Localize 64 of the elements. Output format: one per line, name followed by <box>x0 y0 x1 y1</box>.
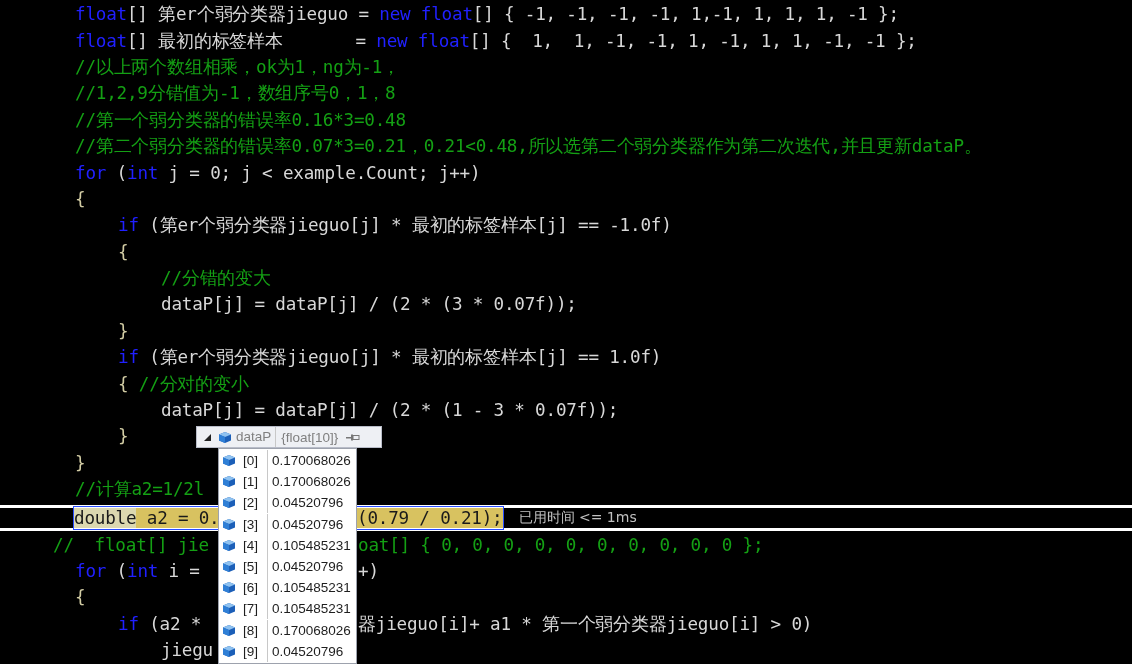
array-index: [8] <box>243 619 268 641</box>
array-value: 0.105485231 <box>272 580 351 596</box>
array-value: 0.04520796 <box>272 643 344 659</box>
code-line: } <box>118 425 129 448</box>
cube-icon <box>222 602 236 616</box>
code-line: //1,2,9分错值为-1，数组序号0，1，8 <box>75 82 396 105</box>
cube-icon <box>222 644 236 658</box>
code-line: { //分对的变小 <box>118 372 249 395</box>
expand-triangle-icon[interactable] <box>203 432 212 442</box>
cube-icon <box>222 560 236 574</box>
code-line: //第二个弱分类器的错误率0.07*3=0.21，0.21<0.48,所以选第二个弱分类器作为第二次迭代,并且更新dataP。 <box>75 135 982 158</box>
array-value: 0.04520796 <box>272 559 344 575</box>
array-value: 0.105485231 <box>272 601 351 617</box>
code-line: 器jieguo[i]+ a1 * 第一个弱分类器jieguo[i] > 0) <box>358 612 813 635</box>
cube-icon <box>222 538 236 552</box>
array-value: 0.105485231 <box>272 537 351 553</box>
array-index: [5] <box>243 556 268 578</box>
elapsed-time-label: 已用时间 <= 1ms <box>518 509 637 528</box>
code-line: float[] 最初的标签样本 = new float[] { 1, 1, -1, -1, 1, -1, 1, 1, -1, -1 }; <box>75 29 917 52</box>
variable-name: dataP <box>236 427 277 447</box>
code-line: if (第er个弱分类器jieguo[j] * 最初的标签样本[j] == 1.0f) <box>118 346 662 369</box>
cube-icon <box>222 475 236 489</box>
array-value: 0.04520796 <box>272 495 344 511</box>
array-index: [2] <box>243 492 268 514</box>
code-line: // float[] jie <box>53 533 209 556</box>
cube-icon <box>222 581 236 595</box>
cube-icon <box>218 430 232 444</box>
cube-icon <box>222 517 236 531</box>
code-line: { <box>75 187 86 210</box>
array-value: 0.170068026 <box>272 453 351 469</box>
code-line: float[] 第er个弱分类器jieguo = new float[] { -1, -1, -1, -1, 1,-1, 1, 1, 1, -1 }; <box>75 3 899 26</box>
variable-type: {float[10]} <box>281 429 339 445</box>
array-index: [1] <box>243 471 268 493</box>
code-line: if (第er个弱分类器jieguo[j] * 最初的标签样本[j] == -1.0f) <box>118 214 672 237</box>
array-index: [3] <box>243 513 268 535</box>
code-line: for (int i = <box>75 560 201 582</box>
code-line: oat[] { 0, 0, 0, 0, 0, 0, 0, 0, 0, 0 }; <box>358 533 764 556</box>
array-index: [7] <box>243 598 268 620</box>
code-line: +) <box>358 560 379 582</box>
code-line: for (int j = 0; j < example.Count; j++) <box>75 161 481 184</box>
code-line: } <box>75 451 86 474</box>
array-index: [4] <box>243 534 268 556</box>
array-value: 0.170068026 <box>272 474 351 490</box>
code-line: if (a2 * <box>118 612 203 635</box>
code-line: { <box>75 586 86 609</box>
code-line: //第一个弱分类器的错误率0.16*3=0.48 <box>75 108 406 131</box>
array-index: [6] <box>243 577 268 599</box>
array-index: [9] <box>243 640 268 662</box>
code-line: //以上两个数组相乘，ok为1，ng为-1， <box>75 55 400 78</box>
array-value: 0.170068026 <box>272 622 351 638</box>
array-value: 0.04520796 <box>272 516 344 532</box>
code-line: dataP[j] = dataP[j] / (2 * (3 * 0.07f)); <box>161 293 577 316</box>
pin-icon[interactable] <box>346 432 361 442</box>
code-line: //计算a2=1/2l <box>75 478 205 501</box>
code-line: { <box>118 240 129 263</box>
cube-icon <box>222 623 236 637</box>
code-line: jiegu <box>161 639 213 662</box>
array-index: [0] <box>243 450 268 472</box>
code-line: double a2 = 0. <box>74 507 220 530</box>
cube-icon <box>222 496 236 510</box>
code-line: dataP[j] = dataP[j] / (2 * (1 - 3 * 0.07f)); <box>161 399 619 422</box>
code-line: //分错的变大 <box>161 267 271 290</box>
code-line: } <box>118 319 129 342</box>
cube-icon <box>222 454 236 468</box>
